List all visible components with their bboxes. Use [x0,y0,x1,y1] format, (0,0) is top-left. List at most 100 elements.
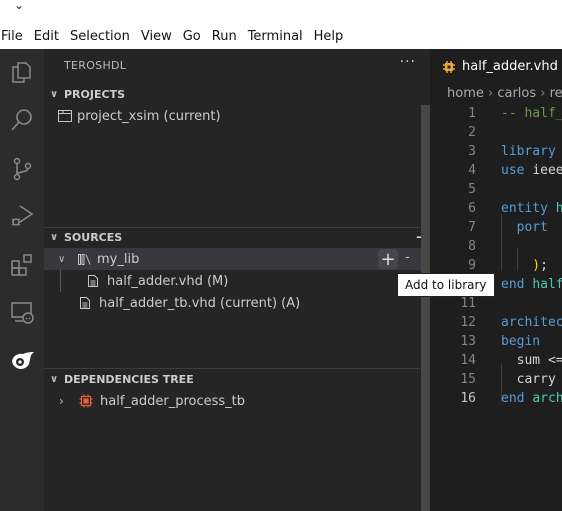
line-number: 1 [468,106,476,121]
indent-guide [501,214,502,271]
code-line[interactable]: use ieee [501,163,562,178]
code-token: ) [501,258,541,273]
code-token: sum <= [501,353,562,368]
chevron-down-icon: ∨ [49,231,59,243]
chevron-down-icon: ∨ [49,88,59,100]
code-line[interactable]: port [501,220,548,235]
code-line[interactable]: end arch [501,391,562,406]
breadcrumb: home › carlos › re [447,86,562,101]
code-line[interactable]: begin [501,334,540,349]
tab-label: half_adder.vhd [462,59,558,74]
line-number: 15 [460,372,476,387]
add-to-library-button[interactable]: + [378,249,398,270]
code-token: half [532,277,562,292]
code-token: carry [501,372,556,387]
more-actions-button[interactable]: ··· [400,54,416,70]
breadcrumb-item[interactable]: re [550,86,562,101]
dependencies-header-label: DEPENDENCIES TREE [64,372,194,386]
file-icon [78,296,92,310]
source-file-label: half_adder_tb.vhd (current) (A) [99,295,301,311]
line-number: 12 [460,315,476,330]
sources-section-header[interactable]: ∨ SOURCES + [44,226,430,248]
teroshdl-icon[interactable] [7,345,37,375]
menu-selection[interactable]: Selection [70,29,130,44]
code-token: end [501,391,533,406]
code-line[interactable]: architec [501,315,562,330]
code-token: ieee [532,163,562,178]
indent-guide [517,248,518,271]
projects-section-header[interactable]: ∨ PROJECTS [44,83,420,105]
library-item[interactable]: ∨ my_lib + - [44,248,430,270]
line-number: 5 [468,182,476,197]
window-menu-chevron-icon[interactable]: ⌄ [14,0,24,12]
line-number: 6 [468,201,476,216]
file-icon [86,274,100,288]
side-bar: TEROSHDL ··· ∨ PROJECTS project_xsim (cu… [44,49,431,511]
line-number: 16 [460,391,476,406]
search-icon[interactable] [7,105,37,135]
sidebar-title: TEROSHDL [64,59,127,72]
remote-explorer-icon[interactable] [7,297,37,327]
dependency-item[interactable]: › half_adder_process_tb [44,390,420,412]
code-token: -- half_ [501,106,562,121]
code-line[interactable]: ); [501,258,548,273]
chip-icon [78,394,94,408]
project-item[interactable]: project_xsim (current) [44,105,420,127]
line-number: 8 [468,239,476,254]
activity-bar [0,49,44,511]
project-label: project_xsim (current) [77,108,221,124]
code-line[interactable]: end half [501,277,562,292]
dependency-label: half_adder_process_tb [100,393,246,409]
line-number: 3 [468,144,476,159]
source-file-item[interactable]: half_adder_tb.vhd (current) (A) [44,292,420,314]
line-number: 7 [468,220,476,235]
sources-header-label: SOURCES [64,230,123,244]
code-token: port [501,220,548,235]
line-number: 9 [468,258,476,273]
code-token: arch [532,391,562,406]
code-token: h [555,201,562,216]
add-to-library-tooltip: Add to library [397,273,495,297]
breadcrumb-item[interactable]: home [447,86,484,101]
line-number: 4 [468,163,476,178]
code-line[interactable]: entity h [501,201,562,216]
title-bar: ⌄ [0,0,562,24]
library-icon [76,253,92,265]
remove-library-button[interactable]: - [405,250,410,265]
menu-edit[interactable]: Edit [34,29,59,44]
code-token: ; [540,258,548,273]
menu-go[interactable]: Go [183,29,201,44]
code-token: begin [501,334,541,349]
menu-run[interactable]: Run [212,29,237,44]
code-token: entity [501,201,556,216]
source-file-item[interactable]: half_adder.vhd (M) [44,270,420,292]
code-token: end [501,277,533,292]
menu-view[interactable]: View [141,29,172,44]
code-line[interactable]: -- half_ [501,106,562,121]
folder-icon [56,109,74,123]
source-file-label: half_adder.vhd (M) [107,273,229,289]
projects-header-label: PROJECTS [64,87,125,101]
menu-file[interactable]: File [1,29,23,44]
code-token: library [501,144,562,159]
source-control-icon[interactable] [7,154,37,184]
line-number: 13 [460,334,476,349]
code-token: architec [501,315,562,330]
menu-terminal[interactable]: Terminal [248,29,303,44]
line-number: 11 [460,296,476,311]
run-debug-icon[interactable] [7,201,37,231]
line-number: 2 [468,125,476,140]
code-line[interactable]: library [501,144,562,159]
editor-tab[interactable]: half_adder.vhd [430,49,562,84]
indent-guide [501,364,502,402]
dependencies-section-header[interactable]: ∨ DEPENDENCIES TREE [44,368,420,390]
code-token: use [501,163,533,178]
extensions-icon[interactable] [7,250,37,280]
explorer-icon[interactable] [7,58,37,88]
menu-help[interactable]: Help [314,29,344,44]
code-line[interactable]: carry [501,372,556,387]
vhdl-file-icon [442,60,456,74]
breadcrumb-item[interactable]: carlos [497,86,536,101]
code-line[interactable]: sum <= [501,353,562,368]
chevron-down-icon: ∨ [49,373,59,385]
